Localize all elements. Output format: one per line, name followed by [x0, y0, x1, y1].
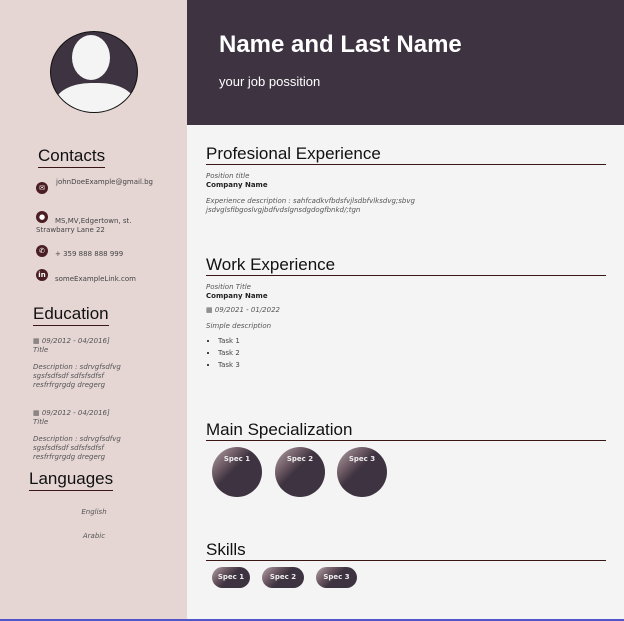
language-item: English: [81, 508, 107, 516]
experience-description: Experience description : sahfcadkvfbdsfv…: [206, 197, 415, 214]
phone-icon: ✆: [36, 245, 48, 257]
contact-link[interactable]: someExampleLink.com: [55, 275, 136, 284]
education-description: Description : sdrvgfsdfvg sgsfsdfsdf sdf…: [33, 435, 121, 461]
calendar-icon: ▦: [206, 306, 215, 314]
education-title: Title: [33, 346, 49, 354]
company-name: Company Name: [206, 181, 268, 189]
task-list: Task 1 Task 2 Task 3: [218, 335, 606, 371]
specialization-badge: Spec 1: [212, 447, 262, 497]
languages-heading: Languages: [29, 469, 114, 491]
avatar: [50, 31, 138, 113]
job-position: your job possition: [219, 74, 321, 89]
education-title: Title: [33, 418, 49, 426]
specialization-heading: Main Specialization: [206, 420, 606, 441]
linkedin-icon: in: [36, 269, 48, 281]
work-experience-heading: Work Experience: [206, 255, 606, 276]
professional-experience-heading: Profesional Experience: [206, 144, 606, 165]
education-description: Description : sdrvgfsdfvg sgsfsdfsdf sdf…: [33, 363, 121, 389]
task-item: Task 2: [218, 347, 606, 359]
calendar-icon: ▦: [33, 409, 42, 417]
specialization-badge: Spec 3: [337, 447, 387, 497]
skill-pill: Spec 2: [262, 567, 304, 588]
skill-pill: Spec 3: [316, 567, 357, 588]
skills-heading: Skills: [206, 540, 606, 561]
position-title: Position Title: [206, 283, 251, 291]
education-entry: ▦ 09/2012 - 04/2016] Title Description :…: [33, 409, 143, 462]
task-item: Task 3: [218, 359, 606, 371]
education-dates: 09/2012 - 04/2016]: [41, 337, 110, 345]
work-dates: 09/2021 - 01/2022: [214, 306, 280, 314]
education-dates: 09/2012 - 04/2016]: [41, 409, 110, 417]
contact-phone: + 359 888 888 999: [55, 250, 124, 258]
education-entry: ▦ 09/2012 - 04/2016] Title Description :…: [33, 337, 143, 390]
full-name: Name and Last Name: [219, 31, 462, 58]
contact-address: MS,MV,Edgertown, st. Strawbarry Lane 22: [36, 217, 132, 234]
header: [187, 0, 624, 125]
specialization-badge: Spec 2: [275, 447, 325, 497]
language-item: Arabic: [82, 532, 106, 540]
contacts-heading: Contacts: [38, 146, 106, 168]
work-experience: Position Title Company Name ▦ 09/2021 - …: [206, 283, 606, 371]
work-description: Simple description: [206, 322, 272, 330]
position-title: Position title: [206, 172, 250, 180]
professional-experience: Position title Company Name Experience d…: [206, 172, 606, 215]
education-heading: Education: [33, 304, 109, 326]
company-name: Company Name: [206, 292, 268, 300]
calendar-icon: ▦: [33, 337, 42, 345]
contact-email[interactable]: johnDoeExample@gmail.bg: [56, 178, 158, 187]
task-item: Task 1: [218, 335, 606, 347]
skill-pill: Spec 1: [212, 567, 250, 588]
envelope-icon: ✉: [36, 182, 48, 194]
